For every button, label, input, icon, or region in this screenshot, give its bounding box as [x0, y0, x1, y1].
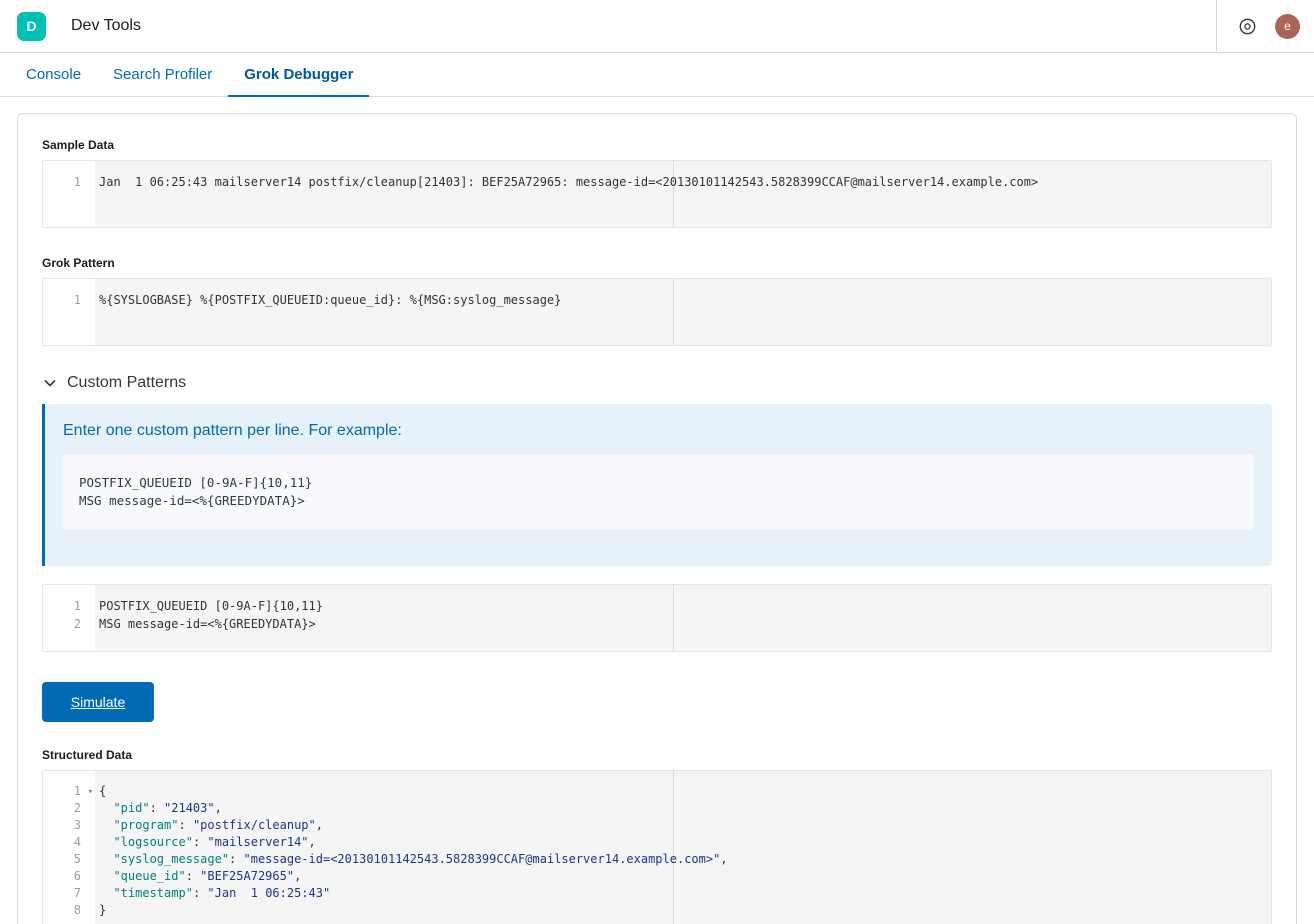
structured-data-editor[interactable]: 1▾2345678 { "pid": "21403", "program": "…: [42, 770, 1272, 924]
editor-gutter: 1: [43, 279, 95, 345]
editor-line: %{SYSLOGBASE} %{POSTFIX_QUEUEID:queue_id…: [99, 291, 1271, 309]
editor-content: %{SYSLOGBASE} %{POSTFIX_QUEUEID:queue_id…: [95, 279, 1271, 345]
editor-gutter: 1: [43, 161, 95, 227]
grok-pattern-label: Grok Pattern: [42, 256, 1272, 270]
editor-content: POSTFIX_QUEUEID [0-9A-F]{10,11}MSG messa…: [95, 585, 1271, 651]
chevron-down-icon: [42, 375, 58, 391]
line-number: 2: [43, 615, 95, 633]
sample-data-section: Sample Data 1 Jan 1 06:25:43 mailserver1…: [42, 138, 1272, 228]
editor-line: "queue_id": "BEF25A72965",: [99, 868, 1271, 885]
editor-line: "pid": "21403",: [99, 800, 1271, 817]
custom-patterns-section: 12 POSTFIX_QUEUEID [0-9A-F]{10,11}MSG me…: [42, 584, 1272, 652]
editor-line: }: [99, 902, 1271, 919]
callout-example-block: POSTFIX_QUEUEID [0-9A-F]{10,11}MSG messa…: [63, 454, 1254, 530]
custom-patterns-accordion-toggle[interactable]: Custom Patterns: [42, 374, 1272, 392]
sample-data-editor[interactable]: 1 Jan 1 06:25:43 mailserver14 postfix/cl…: [42, 160, 1272, 228]
grok-pattern-editor[interactable]: 1 %{SYSLOGBASE} %{POSTFIX_QUEUEID:queue_…: [42, 278, 1272, 346]
line-number: 1: [43, 173, 95, 191]
custom-patterns-editor[interactable]: 12 POSTFIX_QUEUEID [0-9A-F]{10,11}MSG me…: [42, 584, 1272, 652]
structured-data-label: Structured Data: [42, 748, 1272, 762]
editor-line: "logsource": "mailserver14",: [99, 834, 1271, 851]
example-pattern-line: POSTFIX_QUEUEID [0-9A-F]{10,11}: [79, 474, 1238, 492]
print-margin: [673, 161, 674, 227]
help-icon[interactable]: [1233, 12, 1261, 40]
line-number: 4: [43, 834, 95, 851]
editor-content: { "pid": "21403", "program": "postfix/cl…: [95, 771, 1271, 924]
callout-title: Enter one custom pattern per line. For e…: [63, 422, 1254, 440]
simulate-button[interactable]: Simulate: [42, 682, 154, 722]
editor-line: Jan 1 06:25:43 mailserver14 postfix/clea…: [99, 173, 1271, 191]
grok-pattern-section: Grok Pattern 1 %{SYSLOGBASE} %{POSTFIX_Q…: [42, 256, 1272, 346]
space-avatar[interactable]: D: [17, 12, 46, 41]
line-number: 5: [43, 851, 95, 868]
line-number: 2: [43, 800, 95, 817]
tab-grok-debugger[interactable]: Grok Debugger: [228, 53, 369, 96]
editor-line: "program": "postfix/cleanup",: [99, 817, 1271, 834]
editor-line: {: [99, 783, 1271, 800]
app-header: D Dev Tools e: [0, 0, 1314, 53]
editor-gutter: 1▾2345678: [43, 771, 95, 924]
sample-data-label: Sample Data: [42, 138, 1272, 152]
line-number: 3: [43, 817, 95, 834]
example-pattern-line: MSG message-id=<%{GREEDYDATA}>: [79, 492, 1238, 510]
editor-content: Jan 1 06:25:43 mailserver14 postfix/clea…: [95, 161, 1271, 227]
line-number: 7: [43, 885, 95, 902]
header-right-section: e: [1216, 0, 1300, 52]
line-number: 1: [43, 597, 95, 615]
editor-line: POSTFIX_QUEUEID [0-9A-F]{10,11}: [99, 597, 1271, 615]
grok-debugger-panel: Sample Data 1 Jan 1 06:25:43 mailserver1…: [17, 113, 1297, 924]
custom-patterns-callout: Enter one custom pattern per line. For e…: [42, 404, 1272, 566]
tab-search-profiler[interactable]: Search Profiler: [97, 53, 228, 96]
fold-arrow-icon[interactable]: ▾: [88, 784, 93, 801]
page-title: Dev Tools: [71, 17, 141, 35]
tab-bar: ConsoleSearch ProfilerGrok Debugger: [0, 53, 1314, 97]
tab-console[interactable]: Console: [10, 53, 97, 96]
editor-line: "timestamp": "Jan 1 06:25:43": [99, 885, 1271, 902]
print-margin: [673, 279, 674, 345]
structured-data-section: Structured Data 1▾2345678 { "pid": "2140…: [42, 748, 1272, 924]
editor-line: MSG message-id=<%{GREEDYDATA}>: [99, 615, 1271, 633]
editor-gutter: 12: [43, 585, 95, 651]
line-number: 1: [43, 291, 95, 309]
line-number: 1▾: [43, 783, 95, 800]
user-avatar[interactable]: e: [1275, 14, 1300, 39]
editor-line: "syslog_message": "message-id=<201301011…: [99, 851, 1271, 868]
line-number: 8: [43, 902, 95, 919]
line-number: 6: [43, 868, 95, 885]
custom-patterns-title: Custom Patterns: [67, 374, 186, 392]
